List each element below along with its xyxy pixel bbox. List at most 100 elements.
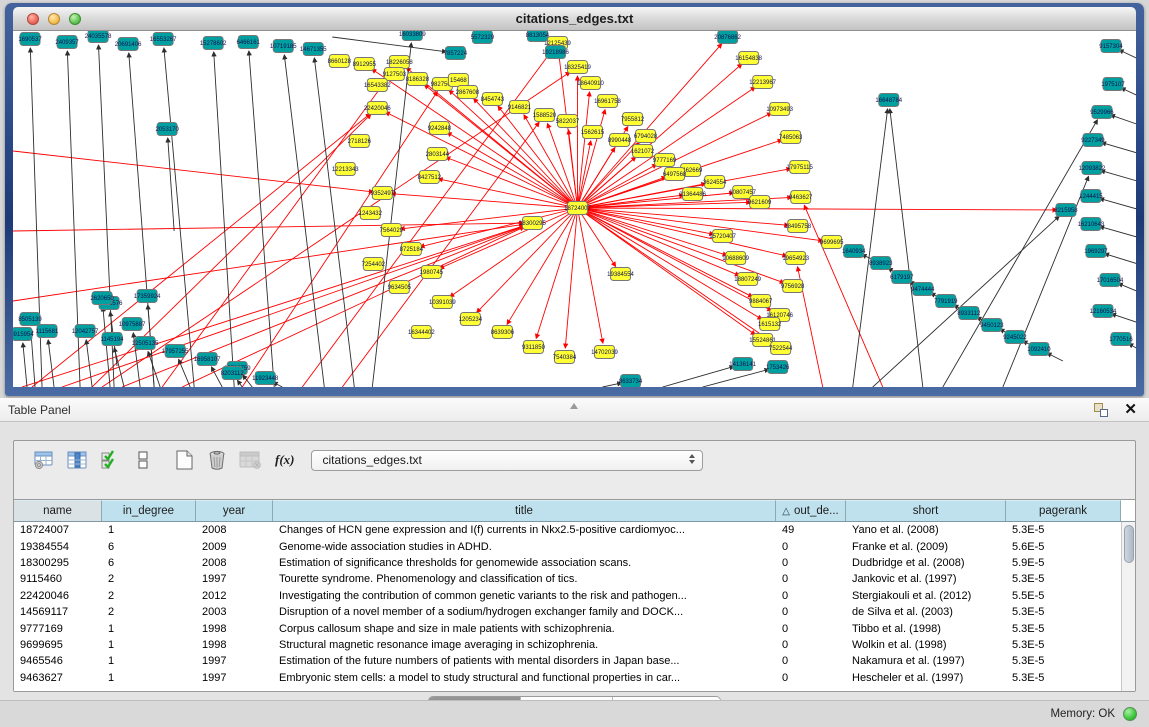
cell-name[interactable]: 9115460 (14, 573, 102, 585)
cell-out_de[interactable]: 0 (776, 672, 846, 684)
cell-title[interactable]: Changes of HCN gene expression and I(f) … (273, 524, 776, 536)
cell-year[interactable]: 2008 (196, 557, 273, 569)
column-header-year[interactable]: year (196, 500, 273, 521)
cell-name[interactable]: 9777169 (14, 623, 102, 635)
cell-short[interactable]: Wolkin et al. (1998) (846, 639, 1006, 651)
cell-pagerank[interactable]: 5.3E-5 (1006, 639, 1121, 651)
cell-title[interactable]: Disruption of a novel member of a sodium… (273, 606, 776, 618)
cell-name[interactable]: 18724007 (14, 524, 102, 536)
cell-title[interactable]: Embryonic stem cells: a model to study s… (273, 672, 776, 684)
cell-out_de[interactable]: 0 (776, 606, 846, 618)
table-selector-dropdown[interactable]: citations_edges.txt (311, 450, 703, 471)
table-row[interactable]: 1938455462009Genome-wide association stu… (14, 538, 1135, 554)
close-panel-icon[interactable]: ✕ (1124, 403, 1137, 417)
cell-in_degree[interactable]: 2 (102, 590, 196, 602)
cell-name[interactable]: 14569117 (14, 606, 102, 618)
delete-column-trash-icon[interactable] (205, 449, 229, 471)
cell-out_de[interactable]: 49 (776, 524, 846, 536)
cell-short[interactable]: de Silva et al. (2003) (846, 606, 1006, 618)
cell-pagerank[interactable]: 5.3E-5 (1006, 606, 1121, 618)
cell-out_de[interactable]: 0 (776, 573, 846, 585)
cell-short[interactable]: Nakamura et al. (1997) (846, 655, 1006, 667)
cell-short[interactable]: Stergiakouli et al. (2012) (846, 590, 1006, 602)
cell-name[interactable]: 18300295 (14, 557, 102, 569)
column-header-name[interactable]: name (14, 500, 102, 521)
table-row[interactable]: 1830029562008Estimation of significance … (14, 555, 1135, 571)
cell-pagerank[interactable]: 5.3E-5 (1006, 573, 1121, 585)
cell-title[interactable]: Genome-wide association studies in ADHD. (273, 541, 776, 553)
table-row[interactable]: 911546021997Tourette syndrome. Phenomeno… (14, 571, 1135, 587)
network-canvas[interactable]: 1872400718300295193845542242004618325419… (13, 31, 1136, 387)
cell-year[interactable]: 1998 (196, 639, 273, 651)
network-window-titlebar[interactable]: citations_edges.txt (13, 7, 1136, 31)
cell-name[interactable]: 9699695 (14, 639, 102, 651)
cell-in_degree[interactable]: 1 (102, 524, 196, 536)
cell-in_degree[interactable]: 6 (102, 541, 196, 553)
cell-out_de[interactable]: 0 (776, 623, 846, 635)
cell-name[interactable]: 19384554 (14, 541, 102, 553)
table-row[interactable]: 2242004622012Investigating the contribut… (14, 588, 1135, 604)
cell-year[interactable]: 2008 (196, 524, 273, 536)
table-row[interactable]: 946362711997Embryonic stem cells: a mode… (14, 670, 1135, 686)
cell-year[interactable]: 2012 (196, 590, 273, 602)
column-header-title[interactable]: title (273, 500, 776, 521)
column-select-checklist-icon[interactable] (98, 449, 122, 471)
table-row[interactable]: 977716911998Corpus callosum shape and si… (14, 620, 1135, 636)
cell-short[interactable]: Dudbridge et al. (2008) (846, 557, 1006, 569)
splitter-handle-icon[interactable] (570, 403, 578, 409)
cell-title[interactable]: Structural magnetic resonance image aver… (273, 639, 776, 651)
cell-in_degree[interactable]: 1 (102, 655, 196, 667)
cell-pagerank[interactable]: 5.3E-5 (1006, 524, 1121, 536)
cell-year[interactable]: 1997 (196, 672, 273, 684)
cell-pagerank[interactable]: 5.3E-5 (1006, 623, 1121, 635)
scrollbar-thumb[interactable] (1124, 525, 1134, 563)
function-builder-icon[interactable]: f(x) (275, 452, 295, 468)
cell-in_degree[interactable]: 1 (102, 623, 196, 635)
cell-year[interactable]: 2003 (196, 606, 273, 618)
citation-network-graph[interactable]: 1872400718300295193845542242004618325419… (13, 31, 1136, 387)
cell-out_de[interactable]: 0 (776, 590, 846, 602)
cell-pagerank[interactable]: 5.6E-5 (1006, 541, 1121, 553)
cell-year[interactable]: 2009 (196, 541, 273, 553)
cell-out_de[interactable]: 0 (776, 655, 846, 667)
table-row[interactable]: 1872400712008Changes of HCN gene express… (14, 522, 1135, 538)
cell-title[interactable]: Estimation of the future numbers of pati… (273, 655, 776, 667)
row-height-icon[interactable] (131, 449, 155, 471)
cell-in_degree[interactable]: 2 (102, 573, 196, 585)
cell-short[interactable]: Franke et al. (2009) (846, 541, 1006, 553)
cell-short[interactable]: Jankovic et al. (1997) (846, 573, 1006, 585)
table-row[interactable]: 1456911722003Disruption of a novel membe… (14, 604, 1135, 620)
column-header-pagerank[interactable]: pagerank (1006, 500, 1121, 521)
table-settings-icon[interactable] (32, 449, 56, 471)
table-row[interactable]: 969969511998Structural magnetic resonanc… (14, 637, 1135, 653)
cell-year[interactable]: 1998 (196, 623, 273, 635)
cell-in_degree[interactable]: 2 (102, 606, 196, 618)
column-header-short[interactable]: short (846, 500, 1006, 521)
cell-title[interactable]: Corpus callosum shape and size in male p… (273, 623, 776, 635)
cell-title[interactable]: Investigating the contribution of common… (273, 590, 776, 602)
cell-name[interactable]: 22420046 (14, 590, 102, 602)
cell-pagerank[interactable]: 5.9E-5 (1006, 557, 1121, 569)
cell-name[interactable]: 9463627 (14, 672, 102, 684)
cell-short[interactable]: Yano et al. (2008) (846, 524, 1006, 536)
table-row[interactable]: 946554611997Estimation of the future num… (14, 653, 1135, 669)
cell-title[interactable]: Tourette syndrome. Phenomenology and cla… (273, 573, 776, 585)
new-column-icon[interactable] (172, 449, 196, 471)
column-header-in_degree[interactable]: in_degree (102, 500, 196, 521)
cell-out_de[interactable]: 0 (776, 639, 846, 651)
cell-pagerank[interactable]: 5.5E-5 (1006, 590, 1121, 602)
cell-pagerank[interactable]: 5.3E-5 (1006, 655, 1121, 667)
cell-year[interactable]: 1997 (196, 573, 273, 585)
cell-in_degree[interactable]: 6 (102, 557, 196, 569)
cell-name[interactable]: 9465546 (14, 655, 102, 667)
cell-in_degree[interactable]: 1 (102, 639, 196, 651)
column-visibility-icon[interactable] (65, 449, 89, 471)
cell-short[interactable]: Tibbo et al. (1998) (846, 623, 1006, 635)
cell-out_de[interactable]: 0 (776, 557, 846, 569)
cell-short[interactable]: Hescheler et al. (1997) (846, 672, 1006, 684)
cell-in_degree[interactable]: 1 (102, 672, 196, 684)
cell-pagerank[interactable]: 5.3E-5 (1006, 672, 1121, 684)
cell-title[interactable]: Estimation of significance thresholds fo… (273, 557, 776, 569)
cell-year[interactable]: 1997 (196, 655, 273, 667)
float-panel-icon[interactable] (1094, 403, 1108, 417)
